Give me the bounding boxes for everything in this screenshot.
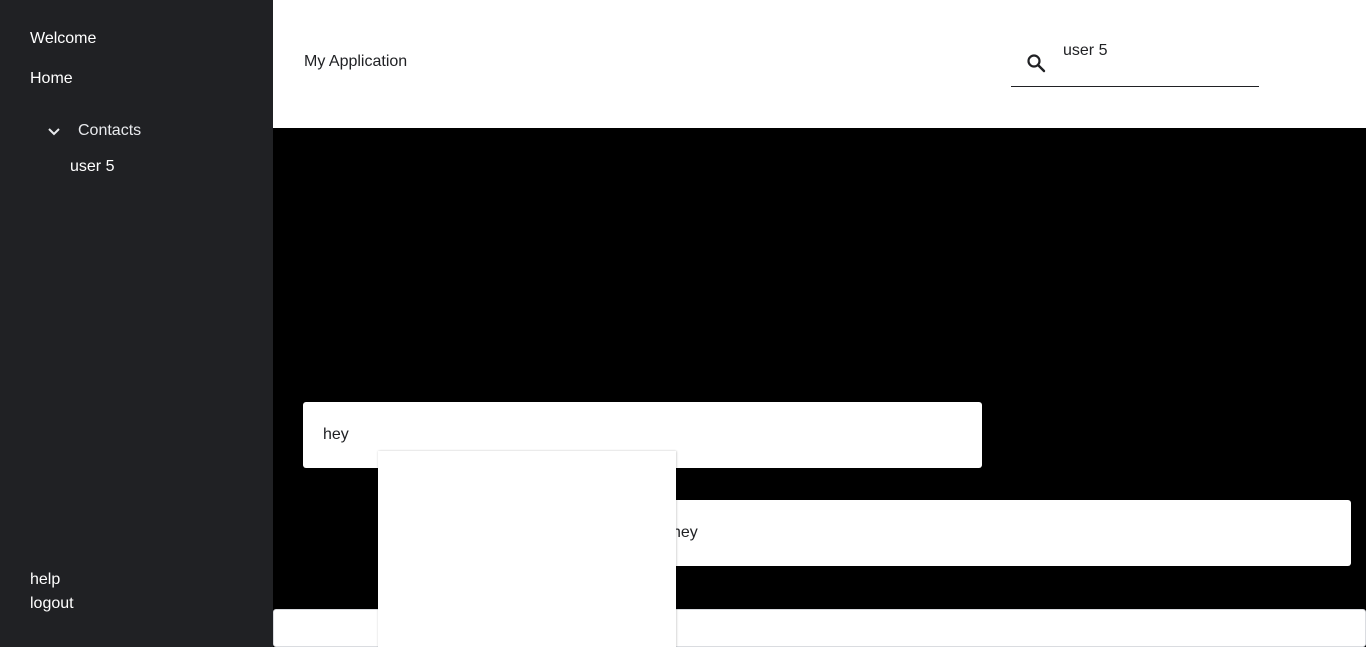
contacts-toggle[interactable]: Contacts xyxy=(44,121,141,141)
nav-help[interactable]: help xyxy=(30,570,60,590)
nav-home[interactable]: Home xyxy=(30,69,73,89)
header: My Application xyxy=(273,0,1366,128)
chevron-down-icon xyxy=(44,121,64,141)
sidebar: Welcome Home Contacts user 5 help logout xyxy=(0,0,273,647)
message-text: hey xyxy=(323,426,349,443)
app-title: My Application xyxy=(304,53,408,70)
overlay-panel xyxy=(378,451,676,647)
nav-welcome[interactable]: Welcome xyxy=(30,29,96,49)
search-input[interactable] xyxy=(1063,41,1243,61)
contact-item-user-5[interactable]: user 5 xyxy=(70,157,114,177)
app-root: Welcome Home Contacts user 5 help logout… xyxy=(0,0,1366,647)
contacts-label: Contacts xyxy=(78,122,142,139)
message-bubble: hey xyxy=(652,500,1351,566)
search-icon[interactable] xyxy=(1025,52,1047,74)
search-field[interactable] xyxy=(1011,32,1259,87)
chat-area: hey hey xyxy=(273,128,1366,647)
nav-logout[interactable]: logout xyxy=(30,594,74,614)
